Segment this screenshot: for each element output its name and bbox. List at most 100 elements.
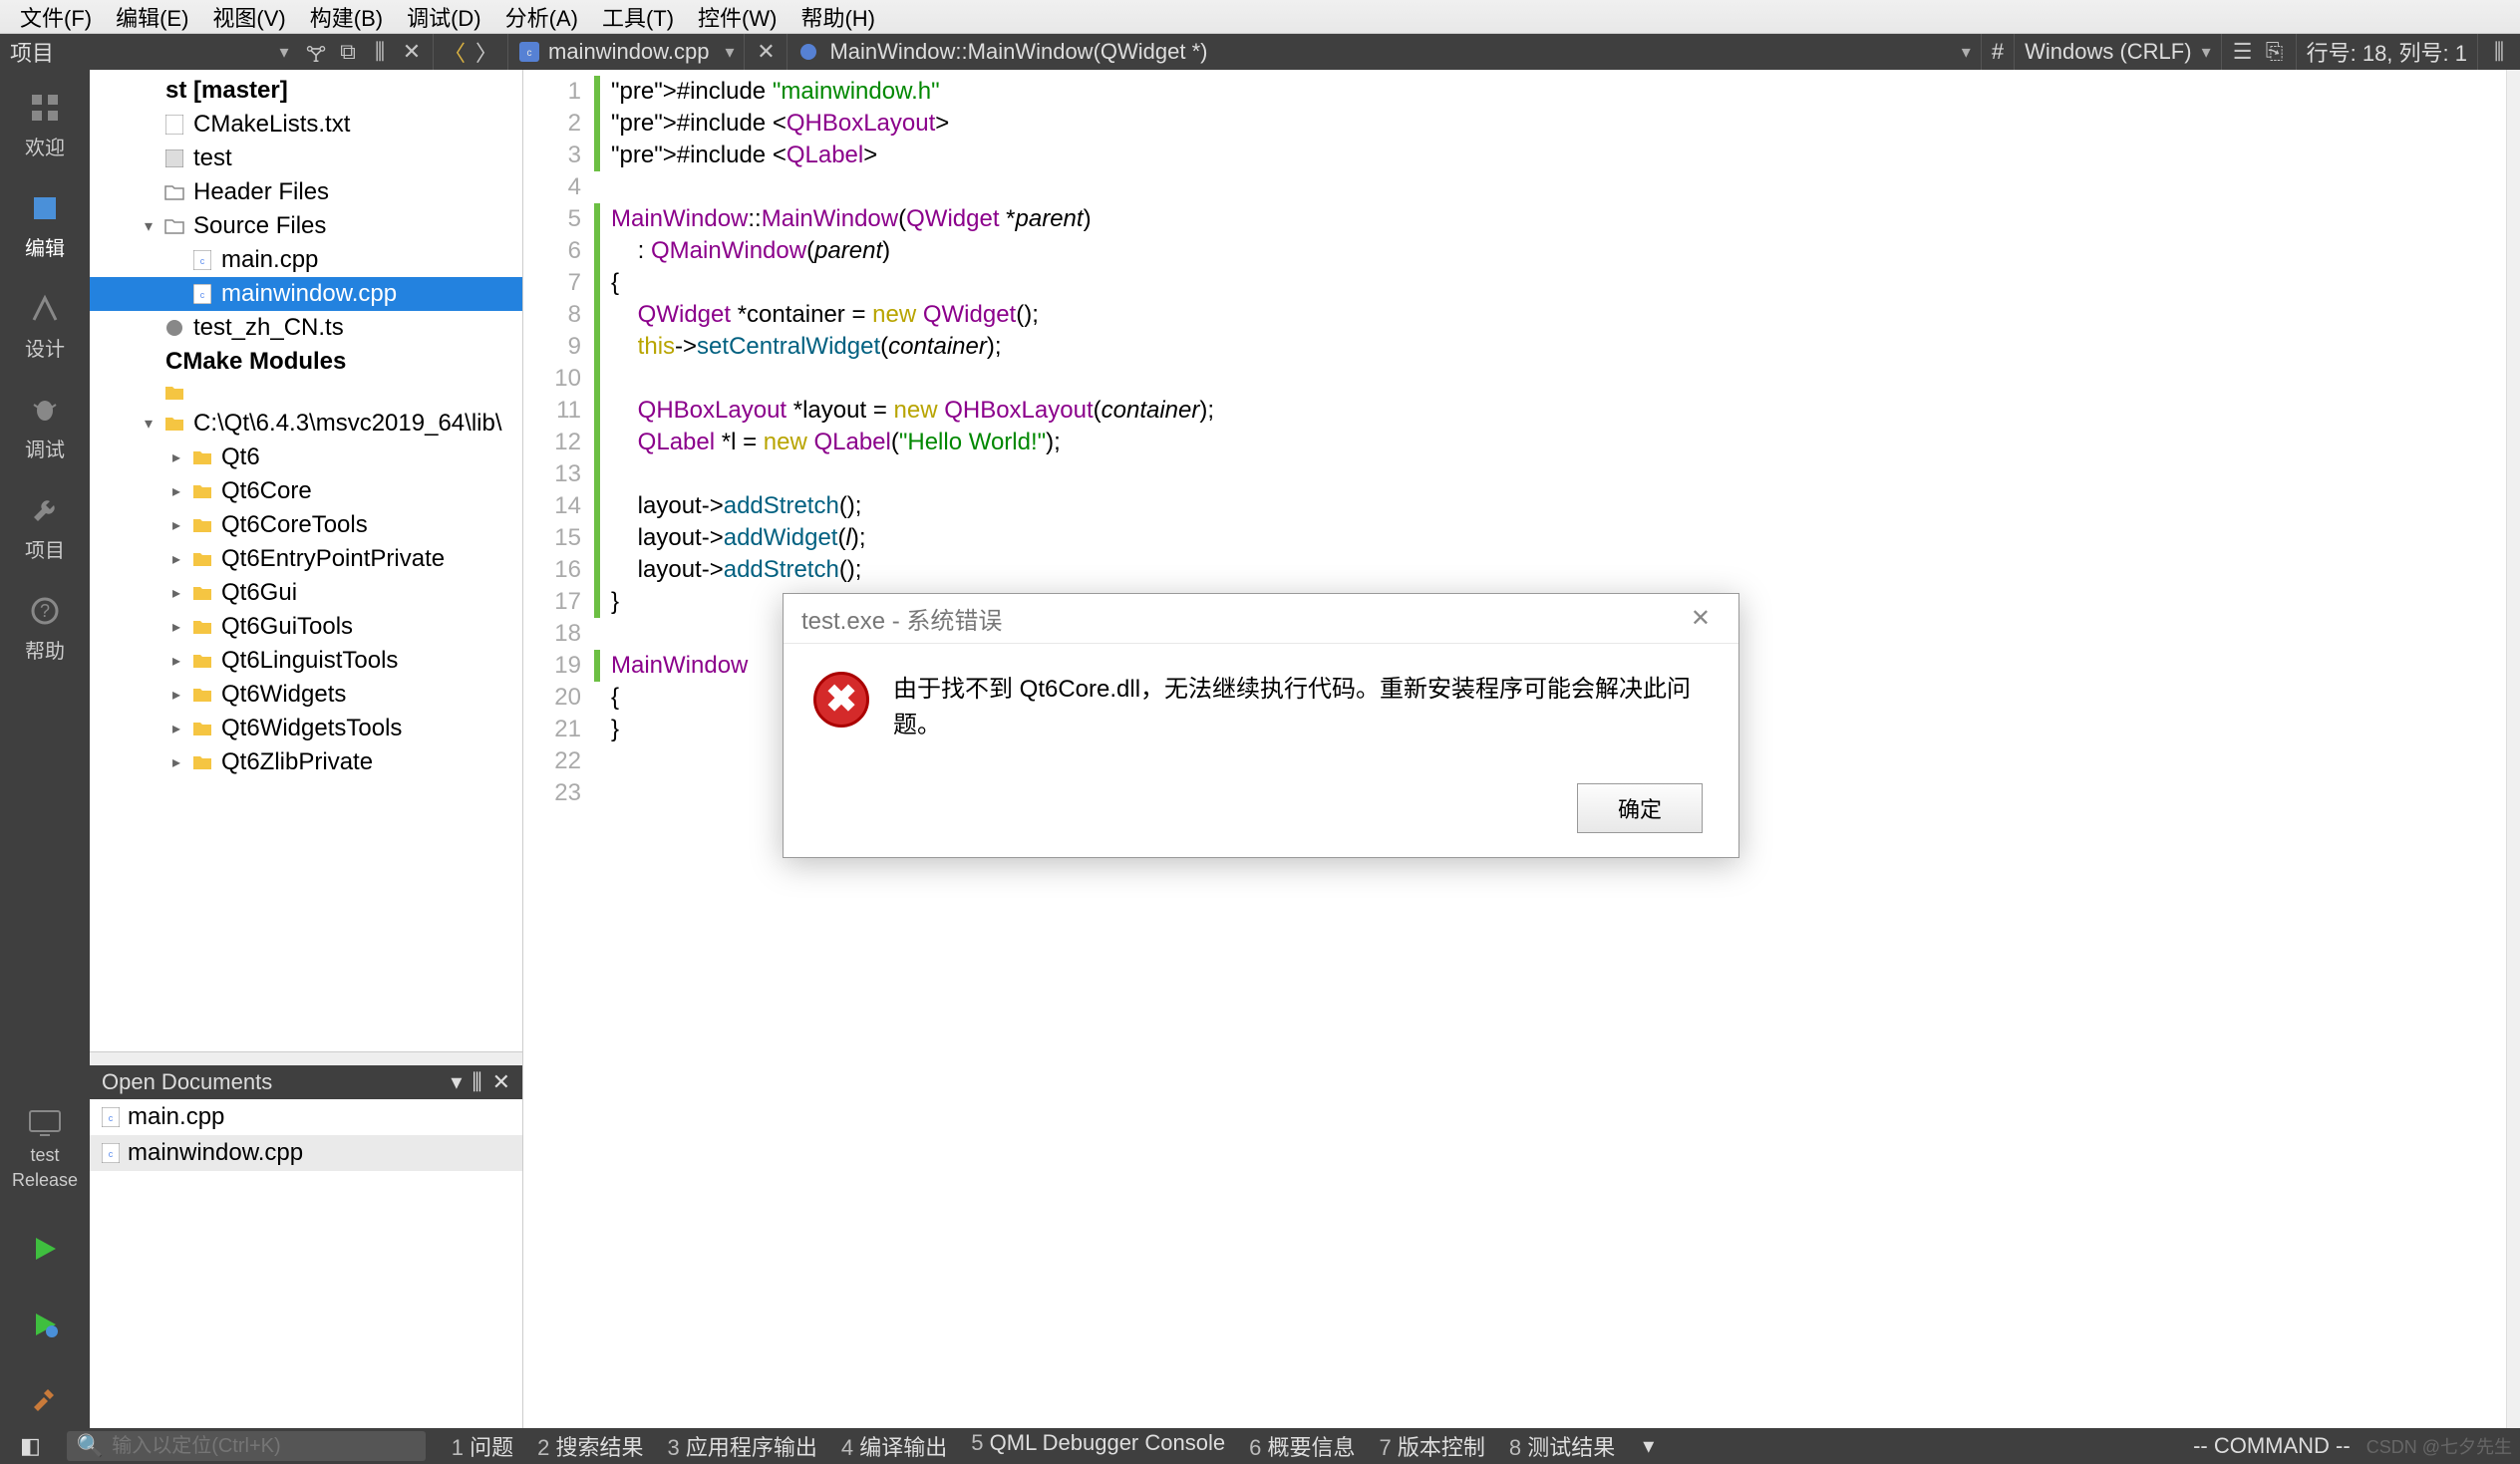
locator-input[interactable] <box>112 1435 416 1458</box>
menu-item[interactable]: 分析(A) <box>493 0 590 37</box>
tree-twisty-icon[interactable]: ▸ <box>169 515 183 535</box>
tree-twisty-icon[interactable]: ▾ <box>142 216 156 236</box>
cursor-position[interactable]: 行号: 18, 列号: 1 <box>2307 36 2467 68</box>
split-right-icon[interactable]: ⫼ <box>2488 41 2510 63</box>
tree-twisty-icon[interactable]: ▸ <box>169 481 183 501</box>
output-pane-tab[interactable]: 5 QML Debugger Console <box>959 1430 1237 1462</box>
tree-node[interactable] <box>90 379 522 407</box>
crumb-dropdown-icon[interactable]: ▾ <box>1962 42 1971 63</box>
close-panel-icon[interactable]: ✕ <box>401 41 423 63</box>
tree-item-icon <box>191 548 213 570</box>
project-panel: st [master] CMakeLists.txt test Header F… <box>90 70 523 1428</box>
tree-node[interactable]: ▸ Qt6WidgetsTools <box>90 712 522 745</box>
hash-icon[interactable]: # <box>1992 39 2004 65</box>
open-doc-item[interactable]: c mainwindow.cpp <box>90 1135 522 1171</box>
menu-item[interactable]: 视图(V) <box>200 0 297 37</box>
menu-item[interactable]: 控件(W) <box>686 0 788 37</box>
sidebar-design[interactable]: 设计 <box>25 291 65 362</box>
kit-selector[interactable]: test Release <box>12 1105 78 1191</box>
tree-twisty-icon[interactable]: ▾ <box>142 414 156 434</box>
opendocs-split-icon[interactable]: ⫼ <box>472 1069 481 1095</box>
sidebar-help[interactable]: ? 帮助 <box>25 593 65 664</box>
tree-item-icon <box>191 582 213 604</box>
toggle-sidebar-icon[interactable]: ◧ <box>8 1433 53 1459</box>
tree-twisty-icon[interactable]: ▸ <box>169 617 183 637</box>
tree-twisty-icon[interactable]: ▸ <box>169 651 183 671</box>
tree-node[interactable]: ▸ Qt6GuiTools <box>90 610 522 644</box>
open-documents-list[interactable]: c main.cpp c mainwindow.cpp <box>90 1099 522 1428</box>
tree-twisty-icon[interactable]: ▸ <box>169 752 183 772</box>
tree-node[interactable]: ▸ Qt6EntryPointPrivate <box>90 542 522 576</box>
tree-node[interactable]: CMakeLists.txt <box>90 108 522 142</box>
tree-node[interactable]: ▾ Source Files <box>90 209 522 243</box>
tree-node[interactable]: c mainwindow.cpp <box>90 277 522 311</box>
project-tree[interactable]: st [master] CMakeLists.txt test Header F… <box>90 70 522 1051</box>
open-doc-item[interactable]: c main.cpp <box>90 1099 522 1135</box>
menu-item[interactable]: 工具(T) <box>590 0 686 37</box>
tree-node[interactable]: c main.cpp <box>90 243 522 277</box>
tree-twisty-icon[interactable]: ▸ <box>169 549 183 569</box>
opendocs-dropdown-icon[interactable]: ▾ <box>451 1069 462 1095</box>
tree-twisty-icon[interactable]: ▸ <box>169 583 183 603</box>
tree-twisty-icon[interactable]: ▸ <box>169 719 183 738</box>
close-file-icon[interactable]: ✕ <box>755 41 777 63</box>
sidebar-edit[interactable]: 编辑 <box>25 190 65 261</box>
tree-node[interactable]: ▸ Qt6Gui <box>90 576 522 610</box>
sidebar-welcome[interactable]: 欢迎 <box>25 90 65 160</box>
encoding-label[interactable]: Windows (CRLF) <box>2025 39 2191 65</box>
tree-node[interactable]: CMake Modules <box>90 345 522 379</box>
tree-node[interactable]: test <box>90 142 522 175</box>
menu-item[interactable]: 帮助(H) <box>788 0 887 37</box>
tree-node[interactable]: ▾ C:\Qt\6.4.3\msvc2019_64\lib\ <box>90 407 522 440</box>
output-pane-tab[interactable]: 7 版本控制 <box>1367 1430 1496 1462</box>
tree-node[interactable]: ▸ Qt6 <box>90 440 522 474</box>
sidebar-debug[interactable]: 调试 <box>25 392 65 462</box>
tree-node[interactable]: ▸ Qt6LinguistTools <box>90 644 522 678</box>
tree-node[interactable]: st [master] <box>90 74 522 108</box>
output-pane-tab[interactable]: 8 测试结果 <box>1497 1430 1627 1462</box>
current-filename[interactable]: mainwindow.cpp <box>548 39 709 65</box>
dropdown-more-icon[interactable]: ▾ <box>1631 1433 1666 1459</box>
opendocs-close-icon[interactable]: ✕ <box>492 1069 510 1095</box>
tree-twisty-icon[interactable]: ▸ <box>169 685 183 705</box>
bookmark-icon[interactable]: ⎘ <box>2264 41 2286 63</box>
list-icon[interactable]: ☰ <box>2232 41 2254 63</box>
debug-run-button[interactable] <box>27 1307 63 1342</box>
menu-item[interactable]: 编辑(E) <box>104 0 200 37</box>
filter-icon[interactable]: 🝖 <box>305 41 327 63</box>
tree-node[interactable]: ▸ Qt6Core <box>90 474 522 508</box>
dialog-ok-button[interactable]: 确定 <box>1577 783 1703 833</box>
tree-item-label: Qt6GuiTools <box>221 613 353 641</box>
locator-search[interactable]: 🔍 <box>67 1431 426 1461</box>
dialog-titlebar[interactable]: test.exe - 系统错误 ✕ <box>784 594 1738 644</box>
menu-item[interactable]: 调试(D) <box>395 0 493 37</box>
link-icon[interactable]: ⧉ <box>337 41 359 63</box>
dialog-close-icon[interactable]: ✕ <box>1681 600 1721 637</box>
output-pane-tab[interactable]: 4 编译输出 <box>829 1430 959 1462</box>
output-pane-tab[interactable]: 3 应用程序输出 <box>656 1430 829 1462</box>
nav-back-icon[interactable]: 〈 <box>444 41 466 63</box>
run-button[interactable] <box>27 1231 63 1267</box>
split-icon[interactable]: ⫼ <box>369 41 391 63</box>
dropdown-icon[interactable]: ▾ <box>273 41 295 63</box>
build-button[interactable] <box>27 1382 63 1418</box>
output-pane-tab[interactable]: 2 搜索结果 <box>525 1430 655 1462</box>
breadcrumb[interactable]: MainWindow::MainWindow(QWidget *) <box>829 39 1207 65</box>
tree-twisty-icon[interactable]: ▸ <box>169 447 183 467</box>
editor-right-scrollbar[interactable] <box>2506 70 2520 1428</box>
nav-fwd-icon[interactable]: 〉 <box>475 41 497 63</box>
output-pane-tab[interactable]: 6 概要信息 <box>1237 1430 1367 1462</box>
encoding-dropdown-icon[interactable]: ▾ <box>2202 42 2211 63</box>
menu-item[interactable]: 文件(F) <box>8 0 104 37</box>
tree-item-label: st [master] <box>165 77 288 105</box>
output-pane-tab[interactable]: 1 问题 <box>440 1430 525 1462</box>
tree-node[interactable]: ▸ Qt6Widgets <box>90 678 522 712</box>
file-dropdown-icon[interactable]: ▾ <box>725 42 734 63</box>
design-icon <box>27 291 63 327</box>
h-scrollbar[interactable] <box>90 1051 522 1065</box>
tree-node[interactable]: ▸ Qt6CoreTools <box>90 508 522 542</box>
tree-node[interactable]: ▸ Qt6ZlibPrivate <box>90 745 522 779</box>
tree-node[interactable]: test_zh_CN.ts <box>90 311 522 345</box>
tree-node[interactable]: Header Files <box>90 175 522 209</box>
sidebar-project[interactable]: 项目 <box>25 492 65 563</box>
